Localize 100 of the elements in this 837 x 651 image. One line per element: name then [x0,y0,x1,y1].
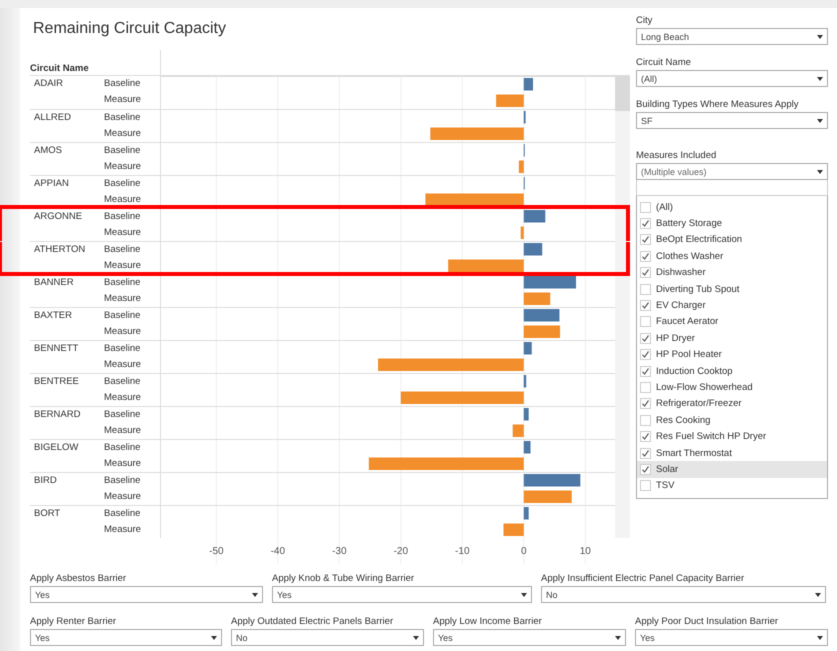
filter-dropdown[interactable]: (Multiple values) [636,163,828,180]
option-item[interactable]: (All) [637,199,827,216]
checkbox[interactable] [640,464,651,475]
filter-label: Measures Included [636,149,718,163]
caret-icon [817,118,823,122]
checkbox[interactable] [640,382,651,393]
column-header: Circuit Name [30,63,89,75]
filter-dropdown[interactable]: No [231,629,424,646]
checkbox[interactable] [640,218,651,230]
option-item[interactable]: Refrigerator/Freezer [637,396,827,412]
checkbox[interactable] [640,250,651,262]
bar [518,160,524,173]
scrollbar[interactable] [615,76,630,538]
caret-icon [815,592,821,596]
filter-dropdown[interactable]: Long Beach [636,28,828,45]
row-label: Measure [104,325,141,339]
bar [503,524,524,536]
row-label: Baseline [104,144,141,158]
option-item[interactable]: Faucet Aerator [637,314,827,330]
checkbox[interactable] [640,398,651,410]
option-item[interactable]: Res Fuel Switch HP Dryer [637,428,827,445]
bar [524,292,550,305]
checkbox[interactable] [640,234,651,246]
caret-icon [817,636,823,640]
filter-label: Apply Low Income Barrier [433,615,543,629]
bar [524,474,580,486]
row-label: Measure [104,226,141,240]
option-item[interactable]: BeOpt Electrification [637,232,827,248]
row-label: Baseline [104,77,141,91]
caret-icon [817,76,823,80]
bar [524,309,560,322]
option-item[interactable]: Battery Storage [637,215,827,232]
caret-icon [817,170,823,174]
row-label: Measure [104,424,141,438]
checkbox[interactable] [640,349,651,360]
checkbox[interactable] [640,267,651,278]
bar [524,408,528,420]
filter-dropdown[interactable]: SF [636,112,828,129]
row-label: Measure [104,292,141,306]
filter-dropdown[interactable]: (All) [636,70,828,87]
circuit-name: BENTREE [33,375,80,388]
checkbox[interactable] [640,366,651,377]
option-item[interactable]: Induction Cooktop [637,362,827,380]
option-item[interactable]: TSV [637,478,827,494]
option-item[interactable]: Res Cooking [637,412,827,428]
circuit-name: BENNETT [33,342,80,355]
option-item[interactable]: Smart Thermostat [637,444,827,462]
checkbox[interactable] [640,480,651,492]
option-item[interactable]: Clothes Washer [637,248,827,265]
caret-icon [252,592,258,596]
checkbox[interactable] [640,431,651,442]
row-label: Baseline [104,210,141,224]
caret-icon [211,636,217,640]
filter-label: Apply Outdated Electric Panels Barrier [231,615,394,629]
option-item[interactable]: Diverting Tub Spout [637,280,827,298]
filter-dropdown[interactable]: Yes [272,586,532,603]
row-label: Measure [104,127,141,141]
bar [524,210,546,222]
scroll-thumb[interactable] [615,76,630,111]
option-item[interactable]: HP Dryer [637,330,827,347]
circuit-name: BIGELOW [33,441,80,454]
checkbox[interactable] [640,448,651,459]
axis-tick-label: -50 [209,546,224,557]
row-label: Baseline [104,309,141,323]
option-item[interactable]: Low-Flow Showerhead [637,379,827,396]
axis-tick-label: -10 [455,546,470,557]
filter-dropdown[interactable]: Yes [635,629,828,646]
bar [512,424,524,437]
bar [524,243,542,256]
filter-dropdown[interactable]: Yes [433,629,626,646]
bar [524,490,572,503]
chart-title: Remaining Circuit Capacity [33,20,227,39]
checkbox[interactable] [640,332,651,344]
caret-icon [521,592,527,596]
checkbox[interactable] [640,284,651,295]
axis-tick-label: -40 [270,546,286,557]
row-label: Measure [104,391,141,405]
checkbox[interactable] [640,300,651,312]
option-item[interactable]: Solar [637,461,827,478]
option-item[interactable]: EV Charger [637,297,827,314]
circuit-name: ATHERTON [33,243,86,256]
checkbox[interactable] [640,316,651,328]
checkbox[interactable] [640,414,651,426]
caret-icon [615,636,621,640]
option-item[interactable]: HP Pool Heater [637,346,827,363]
bar [524,326,560,338]
filter-dropdown[interactable]: Yes [30,586,263,603]
row-label: Baseline [104,507,141,521]
checkbox[interactable] [640,202,651,213]
option-item[interactable]: Dishwasher [637,264,827,281]
row-label: Baseline [104,177,141,191]
circuit-name: BERNARD [33,408,82,421]
row-label: Baseline [104,342,141,356]
filter-dropdown[interactable]: Yes [30,629,222,646]
circuit-name: BANNER [33,276,75,289]
filter-dropdown[interactable]: No [541,586,826,603]
row-label: Baseline [104,111,141,125]
circuit-name: BIRD [33,474,58,487]
row-label: Baseline [104,408,141,422]
search-field[interactable] [636,180,828,196]
